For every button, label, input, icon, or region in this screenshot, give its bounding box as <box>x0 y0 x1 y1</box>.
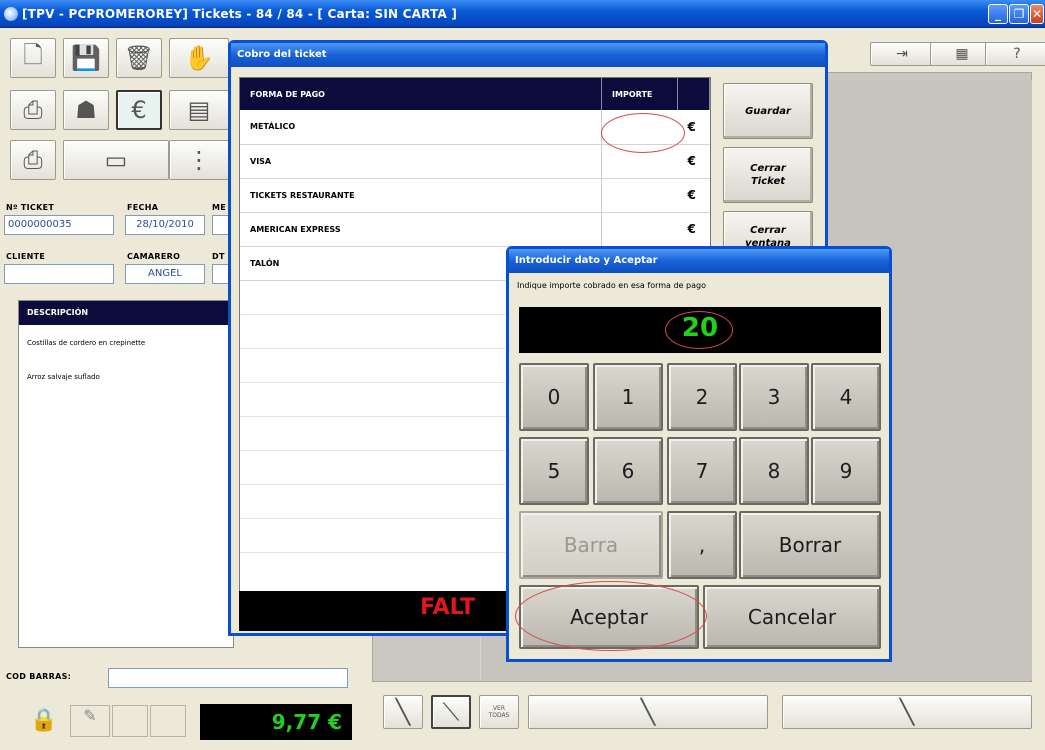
list-item[interactable]: Costillas de cordero en crepinette <box>19 325 233 347</box>
cod-barras-input[interactable] <box>108 668 348 688</box>
comma-key[interactable]: , <box>667 511 737 579</box>
key-6[interactable]: 6 <box>593 437 663 505</box>
ticket-label: Nº TICKET <box>6 203 55 212</box>
cash-drawer-icon[interactable]: ▤ <box>169 90 229 130</box>
cobro-dialog-title: Cobro del ticket <box>231 43 825 67</box>
exit-icon[interactable]: ⇥ <box>870 42 934 66</box>
importe-cell[interactable] <box>601 110 678 145</box>
minimize-button[interactable]: _ <box>988 4 1008 24</box>
help-icon[interactable]: ? <box>985 42 1045 66</box>
keypad-instruction: Indique importe cobrado en esa forma de … <box>517 281 706 290</box>
key-3[interactable]: 3 <box>739 363 809 431</box>
fecha-label: FECHA <box>127 203 159 212</box>
keypad-dialog: Introducir dato y Aceptar Indique import… <box>506 246 892 662</box>
currency-cell: € <box>677 212 710 247</box>
amount-display: 20 <box>519 307 881 353</box>
currency-cell: € <box>677 178 710 213</box>
key-7[interactable]: 7 <box>667 437 737 505</box>
printer-icon[interactable]: ⎙ <box>10 90 56 130</box>
borrar-button[interactable]: Borrar <box>739 511 881 579</box>
new-ticket-icon[interactable]: 🗋 <box>10 38 56 78</box>
lock-icon[interactable]: 🔒 <box>30 708 57 733</box>
key-0[interactable]: 0 <box>519 363 589 431</box>
forma-pago-cell: METÁLICO <box>240 110 602 145</box>
nav-right-button[interactable] <box>150 705 186 737</box>
maximize-button[interactable]: ❐ <box>1009 4 1029 24</box>
cerrar-ticket-button[interactable]: Cerrar Ticket <box>723 147 813 203</box>
forma-pago-cell: VISA <box>240 144 602 179</box>
currency-cell: € <box>677 144 710 179</box>
family-prev-button[interactable]: ╲ <box>528 695 768 729</box>
table-row[interactable]: METÁLICO € <box>240 110 710 145</box>
ver-todas-button[interactable]: VER TODAS <box>479 695 519 729</box>
close-button[interactable]: ✕ <box>1030 4 1044 24</box>
cliente-label: CLIENTE <box>6 252 46 261</box>
handshake-icon[interactable]: ✋ <box>169 38 229 78</box>
cod-barras-label: COD BARRAS: <box>6 672 72 681</box>
trash-icon[interactable]: 🗑 <box>116 38 162 78</box>
importe-cell[interactable] <box>601 144 678 179</box>
key-9[interactable]: 9 <box>811 437 881 505</box>
importe-cell[interactable] <box>601 212 678 247</box>
table-row[interactable]: TICKETS RESTAURANTE € <box>240 178 710 213</box>
barra-button[interactable]: Barra <box>519 511 663 579</box>
dt-label: DT <box>212 252 225 261</box>
print-copy-icon[interactable]: ⎙ <box>10 140 56 180</box>
barcode-scanner-icon[interactable]: ✎ <box>70 705 110 737</box>
importe-cell[interactable] <box>601 178 678 213</box>
aceptar-button[interactable]: Aceptar <box>519 585 699 649</box>
key-5[interactable]: 5 <box>519 437 589 505</box>
euro-payment-icon[interactable]: € <box>116 90 162 130</box>
key-2[interactable]: 2 <box>667 363 737 431</box>
list-item[interactable]: Arroz salvaje suflado <box>19 347 233 381</box>
forma-pago-cell: AMERICAN EXPRESS <box>240 212 602 247</box>
main-title-bar: [TPV - PCPROMEROREY] Tickets - 84 / 84 -… <box>0 0 1045 28</box>
importe-header: IMPORTE <box>601 78 678 110</box>
forma-pago-cell: TICKETS RESTAURANTE <box>240 178 602 213</box>
open-drawer-icon[interactable]: ▭ <box>63 140 169 180</box>
total-display: 9,77 € <box>200 704 352 740</box>
nav-left-button[interactable] <box>112 705 148 737</box>
ticket-number-field[interactable]: 0000000035 <box>4 215 114 235</box>
keypad-dialog-title: Introducir dato y Aceptar <box>509 249 889 273</box>
fecha-field[interactable]: 28/10/2010 <box>125 215 205 235</box>
key-1[interactable]: 1 <box>593 363 663 431</box>
cancelar-button[interactable]: Cancelar <box>703 585 881 649</box>
table-row[interactable]: AMERICAN EXPRESS € <box>240 212 710 247</box>
forma-pago-header: FORMA DE PAGO <box>240 78 603 110</box>
description-header: DESCRIPCIÓN <box>19 301 233 325</box>
camarero-label: CAMARERO <box>127 252 181 261</box>
table-row[interactable]: VISA € <box>240 144 710 179</box>
camarero-field[interactable]: ANGEL <box>125 264 205 284</box>
table-icon[interactable]: ☗ <box>63 90 109 130</box>
family-next-button[interactable]: ╲ <box>782 695 1032 729</box>
key-8[interactable]: 8 <box>739 437 809 505</box>
prev-page-button[interactable]: ╲ <box>383 695 423 729</box>
key-4[interactable]: 4 <box>811 363 881 431</box>
guardar-button[interactable]: Guardar <box>723 83 813 139</box>
app-icon <box>4 7 18 21</box>
description-list[interactable]: DESCRIPCIÓN Costillas de cordero en crep… <box>18 300 234 648</box>
save-icon[interactable]: 💾 <box>63 38 109 78</box>
cliente-field[interactable] <box>4 264 114 284</box>
next-page-button[interactable]: ⟍ <box>431 695 471 729</box>
drawer-icon[interactable]: ⋮ <box>169 140 229 180</box>
currency-cell: € <box>677 110 710 145</box>
mesa-label: ME <box>212 203 227 212</box>
window-title: [TPV - PCPROMEROREY] Tickets - 84 / 84 -… <box>22 7 458 21</box>
